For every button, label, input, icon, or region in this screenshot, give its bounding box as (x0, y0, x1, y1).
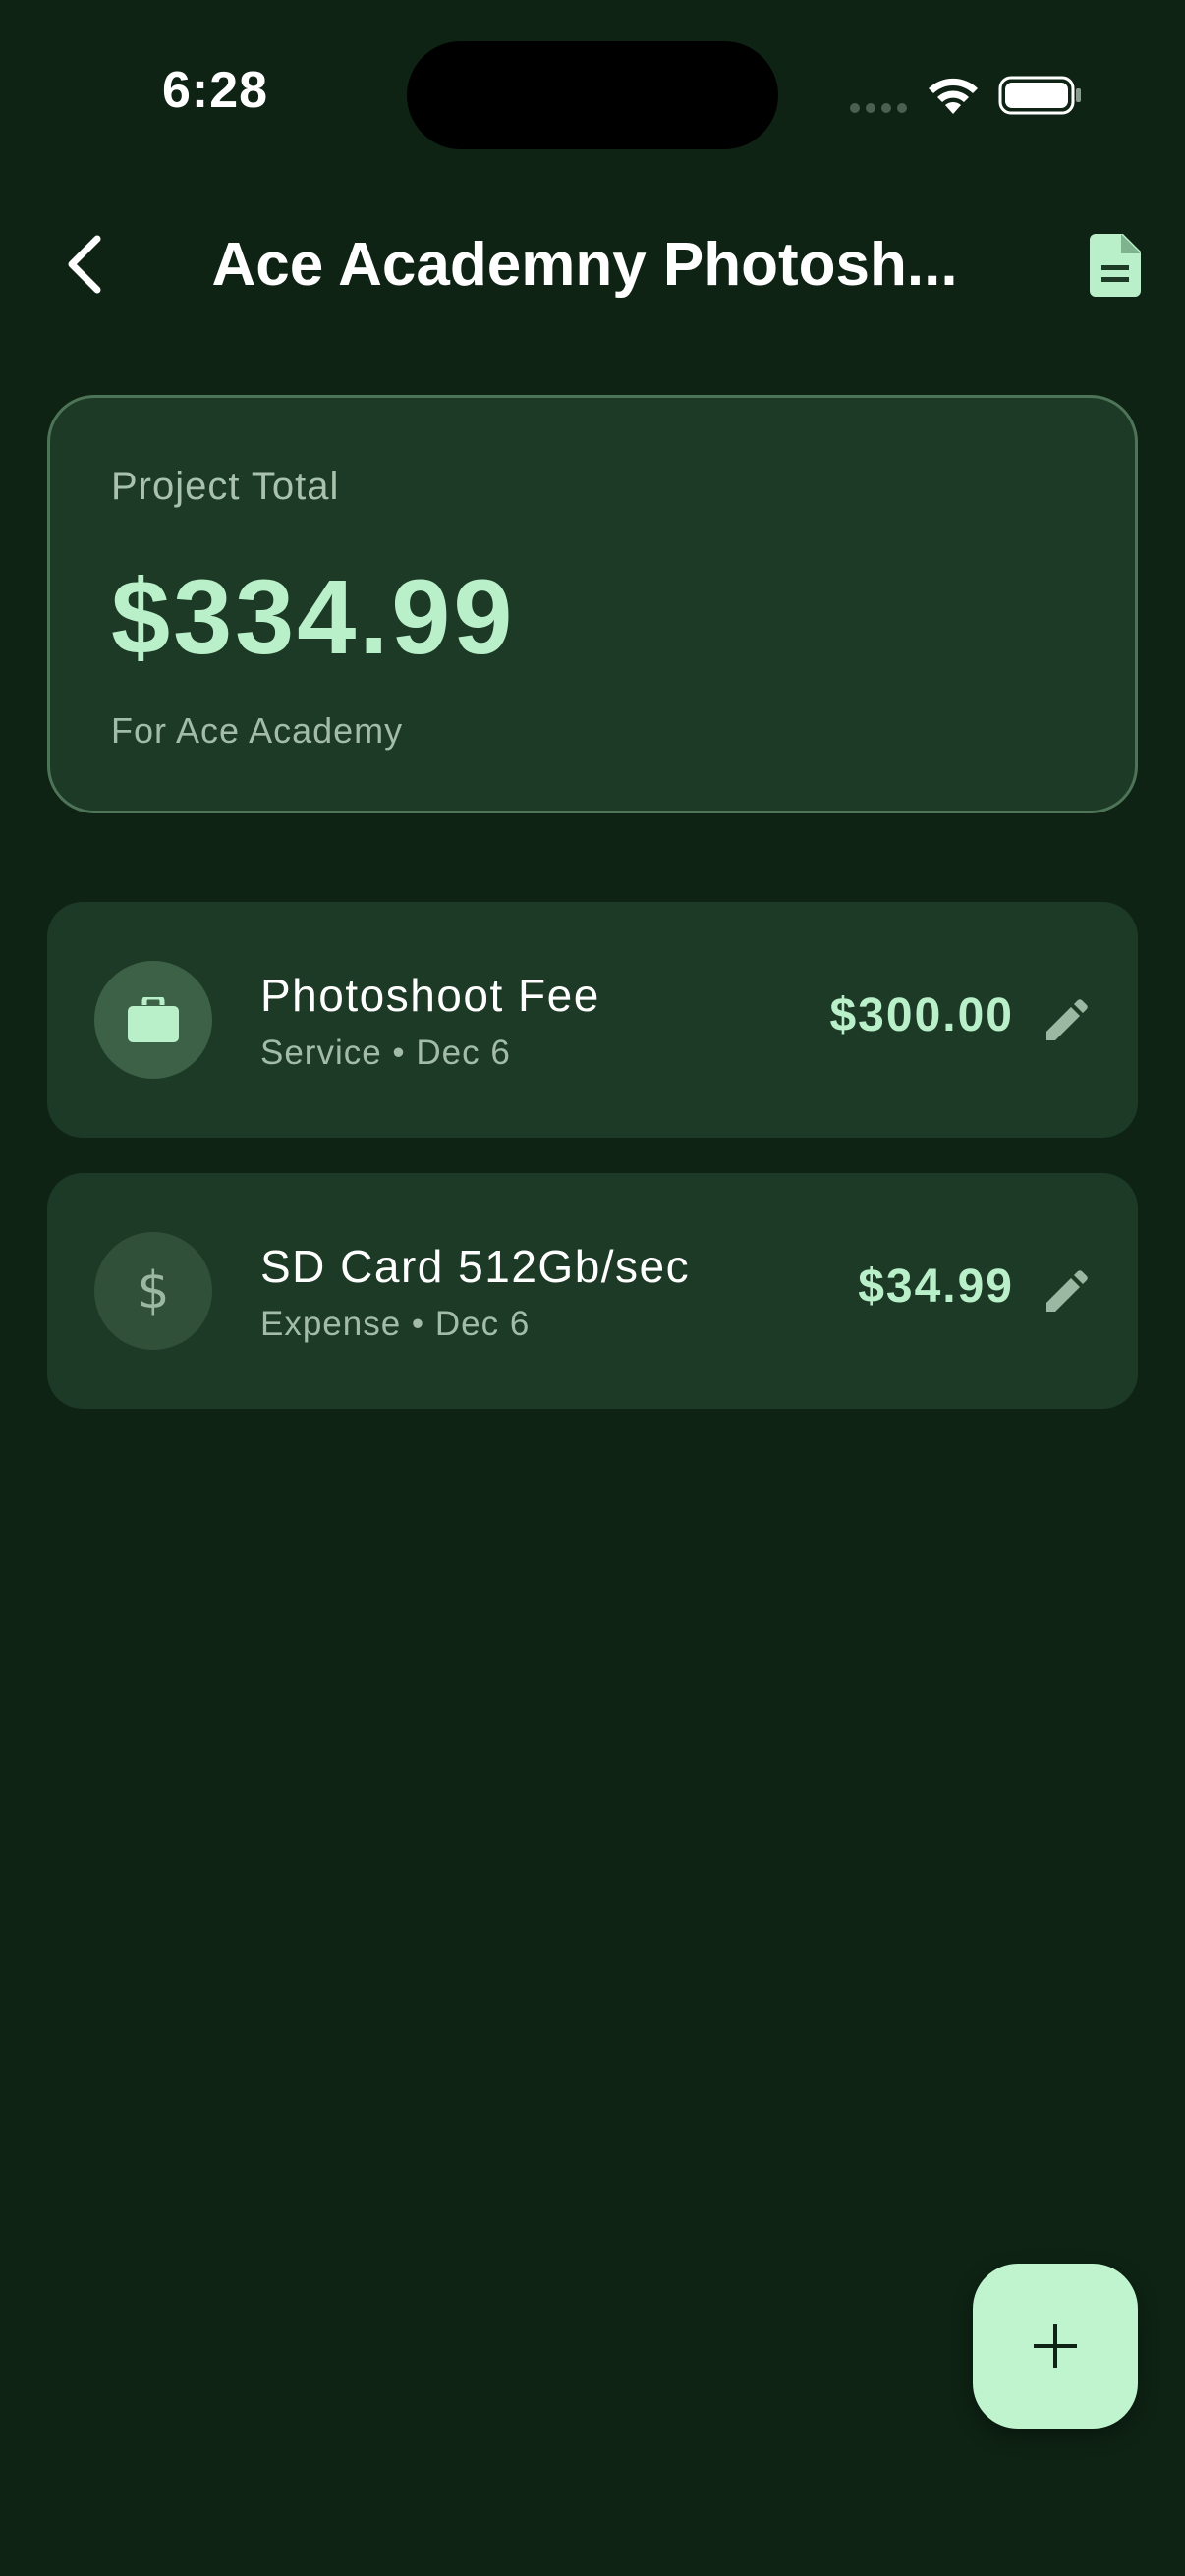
item-title: SD Card 512Gb/sec (260, 1241, 691, 1292)
line-item-sd-card[interactable]: $ SD Card 512Gb/sec Expense • Dec 6 $34.… (47, 1173, 1138, 1409)
edit-item-button[interactable] (1040, 1265, 1093, 1318)
document-icon (1090, 234, 1141, 297)
pencil-icon (1046, 999, 1088, 1040)
chevron-left-icon (68, 235, 101, 294)
item-title: Photoshoot Fee (260, 970, 600, 1021)
document-button[interactable] (1081, 226, 1150, 305)
item-subtitle: Service • Dec 6 (260, 1034, 511, 1072)
project-total-amount: $334.99 (111, 557, 516, 676)
battery-icon (998, 76, 1081, 115)
back-button[interactable] (49, 220, 118, 308)
dynamic-island (407, 41, 778, 149)
project-client-line: For Ace Academy (111, 710, 404, 751)
cellular-signal-icon (850, 103, 907, 113)
page-title: Ace Academny Photosh... (211, 231, 958, 299)
item-amount: $300.00 (829, 989, 1014, 1041)
edit-item-button[interactable] (1040, 994, 1093, 1047)
item-amount: $34.99 (858, 1260, 1014, 1313)
status-time: 6:28 (162, 62, 269, 119)
dollar-icon: $ (137, 1261, 170, 1320)
wifi-icon (929, 78, 978, 114)
pencil-icon (1046, 1270, 1088, 1312)
briefcase-icon (128, 997, 179, 1042)
plus-icon (1034, 2324, 1077, 2368)
project-total-card: Project Total $334.99 For Ace Academy (47, 395, 1138, 813)
project-total-label: Project Total (111, 465, 340, 508)
add-item-button[interactable] (973, 2264, 1138, 2429)
item-avatar (94, 961, 212, 1079)
item-avatar: $ (94, 1232, 212, 1350)
item-subtitle: Expense • Dec 6 (260, 1305, 531, 1343)
line-item-photoshoot-fee[interactable]: Photoshoot Fee Service • Dec 6 $300.00 (47, 902, 1138, 1138)
project-detail-screen: 6:28 Ace Academny Photosh... Project Tot… (0, 0, 1185, 2576)
